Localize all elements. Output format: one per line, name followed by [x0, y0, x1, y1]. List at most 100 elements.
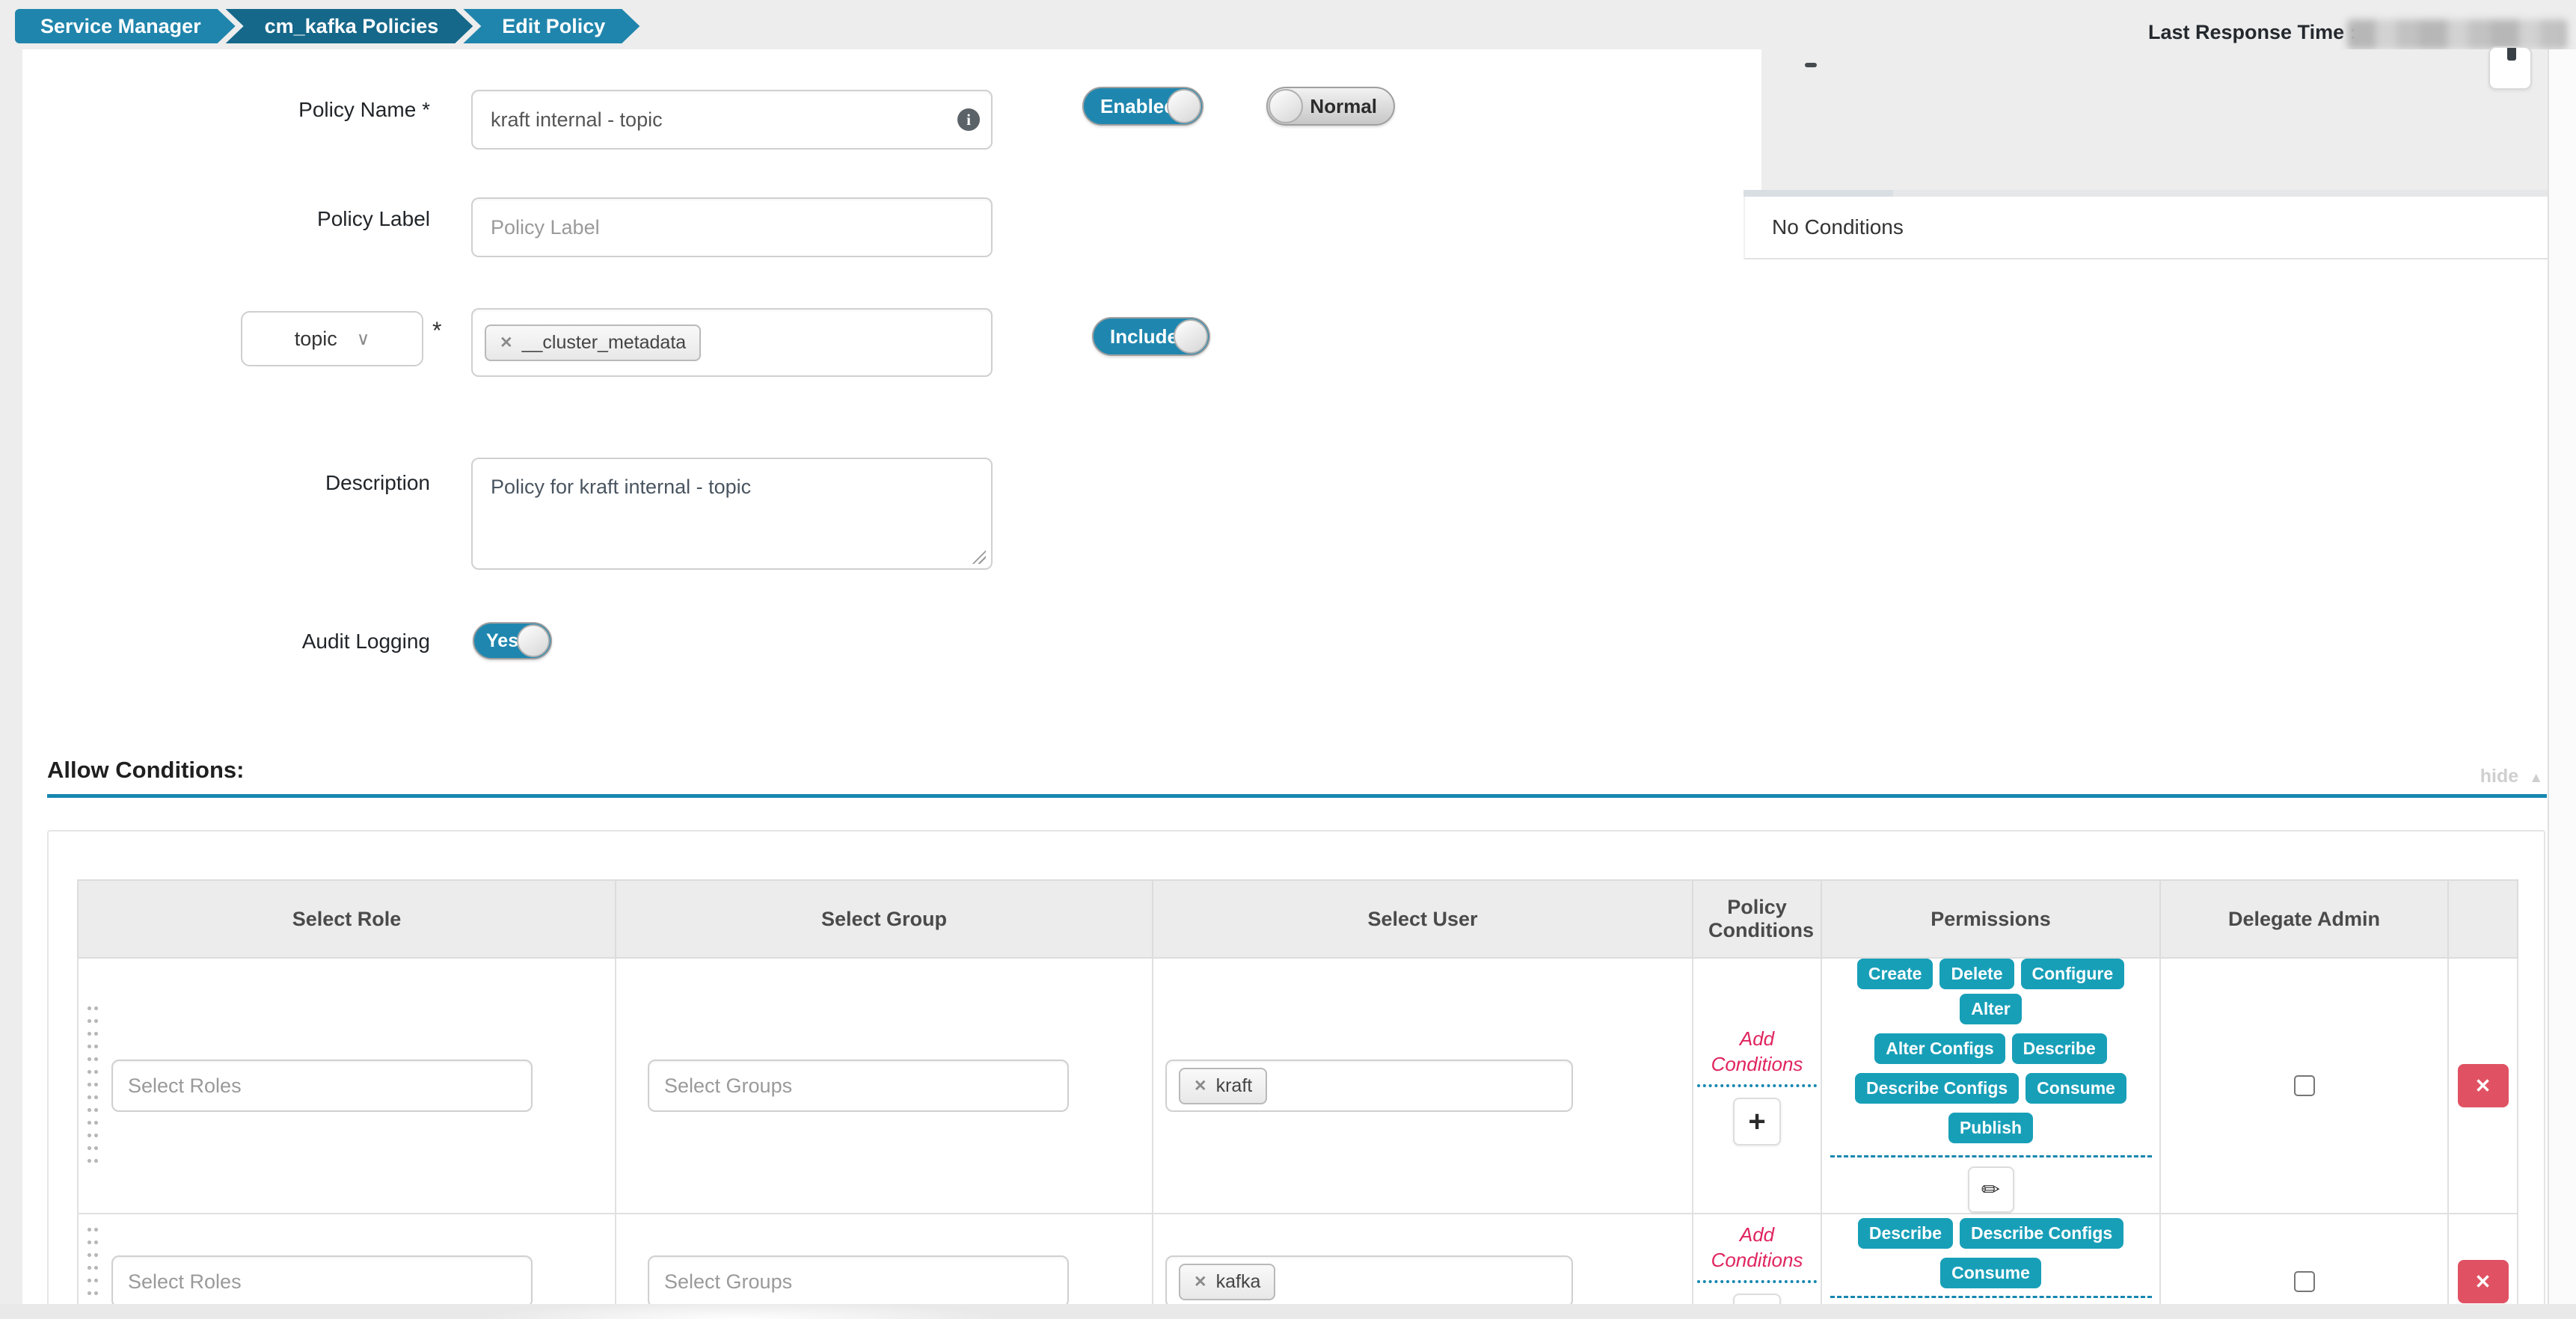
toggle-knob — [1167, 89, 1201, 123]
table-row: ✕ kraft Add Conditions + Create De — [78, 958, 2518, 1214]
add-conditions-link[interactable]: Add Conditions — [1697, 1222, 1817, 1283]
permission-badge: Describe — [2012, 1033, 2107, 1064]
audit-logging-toggle[interactable]: Yes — [473, 622, 552, 660]
allow-conditions-table: Select Role Select Group Select User Pol… — [77, 879, 2518, 1319]
no-conditions-panel: No Conditions — [1744, 197, 2548, 259]
select-groups-input[interactable] — [648, 1255, 1069, 1308]
permission-badge: Configure — [2021, 959, 2125, 989]
chevron-down-icon: ∨ — [357, 328, 370, 350]
dashed-divider — [1830, 1155, 2152, 1157]
hide-label: hide — [2480, 766, 2518, 787]
header-select-user: Select User — [1153, 880, 1693, 958]
panel-divider-light — [1893, 190, 2548, 197]
permission-badge: Consume — [1940, 1258, 2041, 1288]
delegate-admin-checkbox[interactable] — [2294, 1075, 2315, 1096]
description-textarea[interactable]: Policy for kraft internal - topic — [471, 458, 993, 570]
scrollbar-gutter[interactable] — [2548, 49, 2576, 1319]
edit-permissions-button[interactable]: ✏ — [1968, 1166, 2014, 1213]
policy-name-input[interactable] — [471, 90, 993, 150]
header-permissions: Permissions — [1821, 880, 2160, 958]
permission-badge: Alter — [1960, 994, 2021, 1024]
permissions-badges: Create Delete Configure Alter Alter Conf… — [1824, 959, 2158, 1143]
resource-tag-text: __cluster_metadata — [522, 332, 687, 354]
close-icon: ✕ — [2475, 1074, 2491, 1098]
delegate-admin-checkbox[interactable] — [2294, 1271, 2315, 1292]
section-underline — [47, 794, 2547, 798]
header-delegate-admin: Delegate Admin — [2160, 880, 2448, 958]
clipped-text-fragment — [1805, 63, 1817, 67]
permission-badge: Create — [1857, 959, 1933, 989]
permission-badge: Describe — [1858, 1218, 1953, 1249]
policy-priority-toggle-label: Normal — [1310, 95, 1377, 118]
select-users-input[interactable]: ✕ kafka — [1165, 1255, 1573, 1308]
toggle-knob — [1269, 89, 1303, 123]
policy-priority-toggle[interactable]: Normal — [1266, 87, 1395, 126]
user-tag: ✕ kafka — [1179, 1264, 1275, 1300]
policy-label-label: Policy Label — [26, 207, 430, 231]
permission-badge: Consume — [2025, 1073, 2126, 1104]
tag-remove-icon[interactable]: ✕ — [1194, 1273, 1207, 1291]
resource-tag: ✕ __cluster_metadata — [485, 325, 701, 361]
add-condition-button[interactable]: + — [1733, 1098, 1781, 1146]
breadcrumb-edit-policy[interactable]: Edit Policy — [463, 9, 640, 43]
add-conditions-link[interactable]: Add Conditions — [1697, 1026, 1817, 1087]
drag-handle-icon[interactable] — [86, 1002, 99, 1169]
permission-badge: Describe Configs — [1960, 1218, 2123, 1249]
panel-corner-button[interactable] — [2488, 46, 2532, 90]
audit-logging-label: Audit Logging — [26, 630, 430, 654]
info-icon: i — [957, 108, 980, 131]
policy-label-input[interactable] — [471, 197, 993, 257]
textarea-resize-handle[interactable] — [969, 547, 986, 564]
conditions-panel-header — [1761, 49, 2548, 191]
permission-badge: Describe Configs — [1855, 1073, 2019, 1104]
breadcrumb-service-manager[interactable]: Service Manager — [15, 9, 236, 43]
header-actions — [2448, 880, 2518, 958]
breadcrumb-cm-kafka-policies[interactable]: cm_kafka Policies — [226, 9, 473, 43]
header-select-group: Select Group — [616, 880, 1153, 958]
close-icon: ✕ — [2475, 1270, 2491, 1294]
tag-remove-icon[interactable]: ✕ — [500, 333, 513, 352]
resource-type-value: topic — [295, 328, 337, 351]
user-tag-text: kafka — [1216, 1271, 1261, 1293]
panel-divider-dark — [1744, 190, 1893, 197]
required-asterisk: * — [432, 317, 441, 345]
user-tag-text: kraft — [1216, 1075, 1253, 1097]
table-header-row: Select Role Select Group Select User Pol… — [78, 880, 2518, 958]
edit-policy-page: Service Manager cm_kafka Policies Edit P… — [0, 0, 2576, 1319]
select-users-input[interactable]: ✕ kraft — [1165, 1060, 1573, 1112]
caret-up-icon: ▲ — [2529, 770, 2543, 786]
plus-icon: + — [1748, 1107, 1765, 1137]
policy-enabled-toggle[interactable]: Enabled — [1082, 87, 1203, 126]
audit-logging-toggle-label: Yes — [486, 630, 518, 652]
include-toggle-label: Include — [1110, 325, 1178, 348]
dashed-divider — [1830, 1296, 2152, 1298]
select-roles-input[interactable] — [111, 1060, 533, 1112]
select-roles-input[interactable] — [111, 1255, 533, 1308]
last-response-time-value-redacted — [2347, 19, 2567, 49]
description-label: Description — [26, 471, 430, 495]
table-row: ✕ kafka Add Conditions + Describe — [78, 1214, 2518, 1319]
breadcrumb: Service Manager cm_kafka Policies Edit P… — [15, 9, 640, 43]
allow-conditions-title: Allow Conditions: — [47, 757, 244, 784]
header-select-role: Select Role — [78, 880, 616, 958]
bottom-shadow-glow — [479, 1301, 1002, 1319]
viewport-bottom-edge — [0, 1304, 2576, 1319]
toggle-knob — [517, 624, 550, 657]
resource-type-dropdown[interactable]: topic ∨ — [241, 311, 423, 366]
pencil-icon: ✏ — [1981, 1177, 2000, 1203]
user-tag: ✕ kraft — [1179, 1068, 1267, 1104]
clipped-glyph — [2507, 46, 2516, 61]
select-groups-input[interactable] — [648, 1060, 1069, 1112]
resource-value-input[interactable]: ✕ __cluster_metadata — [471, 308, 993, 377]
permission-badge: Delete — [1939, 959, 2014, 989]
permission-badge: Alter Configs — [1874, 1033, 2005, 1064]
last-response-time-label: Last Response Time : — [2148, 21, 2357, 44]
remove-row-button[interactable]: ✕ — [2458, 1064, 2509, 1107]
permissions-badges: Describe Describe Configs Consume — [1824, 1218, 2158, 1288]
remove-row-button[interactable]: ✕ — [2458, 1260, 2509, 1303]
no-conditions-text: No Conditions — [1772, 215, 1904, 239]
tag-remove-icon[interactable]: ✕ — [1194, 1077, 1207, 1095]
permission-badge: Publish — [1948, 1113, 2033, 1143]
include-toggle[interactable]: Include — [1092, 317, 1210, 356]
hide-section-link[interactable]: hide ▲ — [2423, 766, 2543, 787]
